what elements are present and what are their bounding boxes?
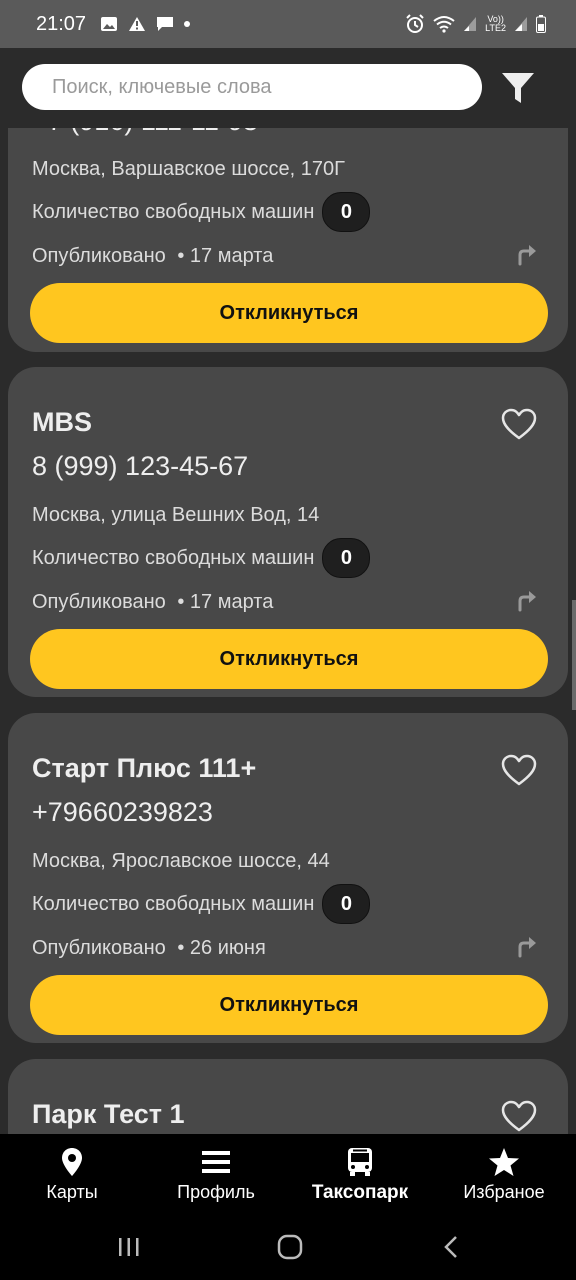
list-item: MBS 8 (999) 123-45-67 Москва, улица Вешн… (8, 367, 568, 697)
published-row: Опубликовано • 17 марта (32, 245, 273, 268)
list-item: Старт Плюс 111+ +79660239823 Москва, Яро… (8, 713, 568, 1043)
published-date: • 17 марта (177, 245, 274, 267)
nav-label: Таксопарк (311, 1182, 409, 1203)
favorite-heart-icon[interactable] (500, 753, 538, 787)
nav-item-maps[interactable]: Карты (0, 1134, 144, 1218)
published-date: • 26 июня (177, 937, 266, 959)
published-label: Опубликовано (32, 245, 166, 267)
free-cars-label: Количество свободных машин (32, 546, 315, 569)
filter-icon[interactable] (500, 70, 536, 106)
respond-button[interactable]: Откликнуться (30, 629, 548, 689)
nav-label: Карты (46, 1182, 98, 1202)
message-notification-icon (157, 17, 174, 31)
alarm-icon (406, 14, 424, 33)
free-cars-row: Количество свободных машин 0 (32, 538, 371, 578)
system-navigation-bar (0, 1218, 576, 1280)
card-phone[interactable]: +79660239823 (32, 797, 213, 828)
free-cars-row: Количество свободных машин 0 (32, 192, 371, 232)
back-icon[interactable] (440, 1234, 464, 1260)
nav-label: Профиль (177, 1182, 255, 1202)
battery-icon (536, 15, 546, 33)
gallery-notification-icon (101, 17, 118, 31)
search-bar[interactable] (22, 64, 482, 110)
card-phone[interactable]: 8 (999) 123-45-67 (32, 451, 248, 482)
signal-icon-1 (464, 17, 477, 31)
menu-icon (202, 1151, 230, 1173)
share-icon[interactable] (516, 242, 540, 266)
free-cars-badge: 0 (322, 538, 371, 578)
free-cars-label: Количество свободных машин (32, 892, 315, 915)
published-label: Опубликовано (32, 937, 166, 959)
share-icon[interactable] (516, 934, 540, 958)
card-address: Москва, Варшавское шоссе, 170Г (32, 158, 345, 180)
favorite-heart-icon[interactable] (500, 1099, 538, 1133)
home-icon[interactable] (276, 1233, 304, 1261)
free-cars-row: Количество свободных машин 0 (32, 884, 371, 924)
bus-icon (348, 1148, 372, 1176)
scrollbar-thumb[interactable] (572, 600, 576, 710)
status-time: 21:07 (36, 12, 87, 35)
status-bar: 21:07 Vo)) LTE2 (0, 0, 576, 48)
recent-apps-icon[interactable] (116, 1234, 142, 1260)
more-notifications-dot (184, 21, 191, 27)
warning-notification-icon (129, 17, 146, 31)
respond-button[interactable]: Откликнуться (30, 975, 548, 1035)
nav-item-taxipark[interactable]: Таксопарк (288, 1134, 432, 1218)
bottom-navigation: Карты Профиль Таксопарк Избраное (0, 1134, 576, 1218)
favorite-heart-icon[interactable] (500, 407, 538, 441)
published-date: • 17 марта (177, 591, 274, 613)
free-cars-badge: 0 (322, 192, 371, 232)
published-row: Опубликовано • 26 июня (32, 937, 266, 960)
share-icon[interactable] (516, 588, 540, 612)
free-cars-badge: 0 (322, 884, 371, 924)
published-row: Опубликовано • 17 марта (32, 591, 273, 614)
wifi-icon (433, 16, 455, 33)
card-title: Парк Тест 1 (32, 1099, 185, 1129)
network-type-label: Vo)) LTE2 (485, 14, 506, 33)
signal-icon-2 (515, 17, 527, 31)
published-label: Опубликовано (32, 591, 166, 613)
free-cars-label: Количество свободных машин (32, 200, 315, 223)
nav-item-favorites[interactable]: Избраное (432, 1134, 576, 1218)
nav-item-profile[interactable]: Профиль (144, 1134, 288, 1218)
card-title: Старт Плюс 111+ (32, 753, 257, 783)
search-header (0, 48, 576, 128)
map-pin-icon (62, 1148, 82, 1176)
taxi-park-list[interactable]: +7 (916) 111-11-93 Москва, Варшавское шо… (0, 0, 576, 1280)
respond-button[interactable]: Откликнуться (30, 283, 548, 343)
card-title: MBS (32, 407, 92, 437)
star-icon (489, 1148, 519, 1176)
card-address: Москва, улица Вешних Вод, 14 (32, 504, 320, 526)
card-address: Москва, Ярославское шоссе, 44 (32, 850, 330, 872)
nav-label: Избраное (463, 1182, 545, 1202)
search-input[interactable] (50, 74, 482, 100)
